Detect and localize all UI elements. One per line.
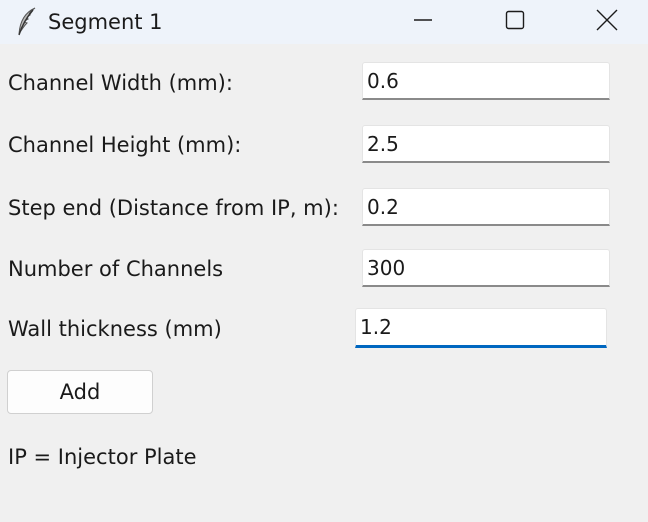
channel-width-label: Channel Width (mm): [8,71,233,95]
title-bar[interactable]: Segment 1 [0,0,648,44]
channel-height-input[interactable] [362,125,610,163]
wall-thickness-label: Wall thickness (mm) [8,317,222,341]
window-title: Segment 1 [48,10,163,34]
minimize-icon [413,10,433,34]
step-end-input[interactable] [362,188,610,226]
minimize-button[interactable] [400,0,446,44]
wall-thickness-input[interactable] [355,308,607,348]
feather-icon [16,7,38,37]
step-end-label: Step end (Distance from IP, m): [8,196,339,220]
maximize-button[interactable] [492,0,538,44]
channel-width-input[interactable] [362,62,610,100]
ip-note: IP = Injector Plate [8,445,197,469]
number-of-channels-label: Number of Channels [8,257,224,281]
close-button[interactable] [584,0,630,44]
number-of-channels-input[interactable] [362,249,610,287]
channel-height-label: Channel Height (mm): [8,133,242,157]
close-icon [596,9,618,35]
maximize-icon [505,10,525,34]
add-button[interactable]: Add [7,370,153,414]
